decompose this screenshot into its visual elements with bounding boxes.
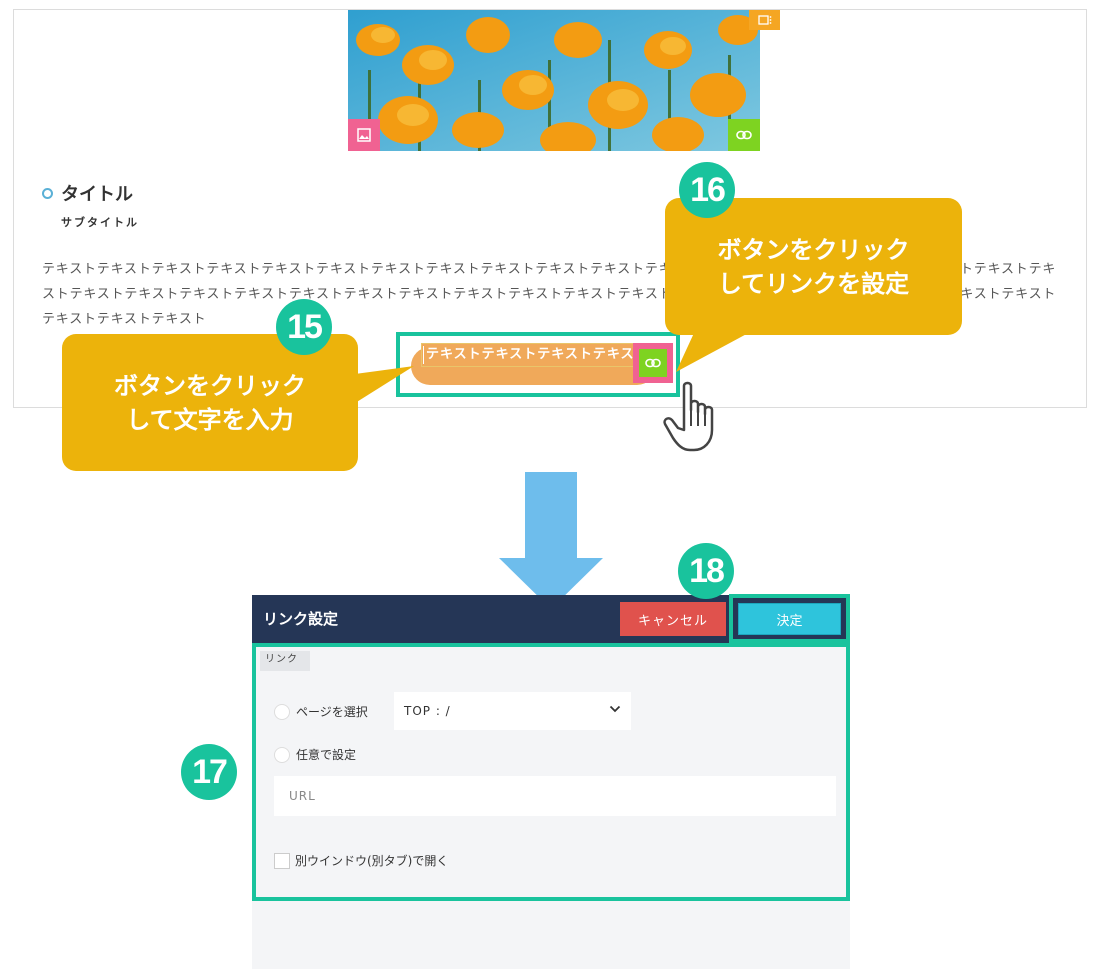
step-badge-16: 16 bbox=[679, 162, 735, 218]
ok-highlight-frame: 決定 bbox=[729, 594, 850, 643]
subtitle-text[interactable]: サブタイトル bbox=[61, 214, 139, 230]
change-image-button[interactable] bbox=[348, 119, 380, 151]
dialog-title: リンク設定 bbox=[263, 610, 339, 628]
new-window-option[interactable]: 別ウインドウ(別タブ)で開く bbox=[274, 852, 448, 869]
checkbox-label: 別ウインドウ(別タブ)で開く bbox=[295, 854, 449, 868]
callout-line: してリンクを設定 bbox=[717, 269, 910, 298]
section-title: タイトル bbox=[42, 180, 133, 206]
callout-line: ボタンをクリック bbox=[717, 235, 910, 264]
callout-line: して文字を入力 bbox=[126, 405, 294, 434]
link-icon bbox=[645, 358, 661, 368]
radio-label: 任意で設定 bbox=[296, 748, 357, 762]
link-icon bbox=[736, 130, 752, 140]
button-highlight-frame: テキストテキストテキストテキスト bbox=[396, 332, 680, 397]
callout-line: ボタンをクリック bbox=[114, 371, 306, 400]
down-arrow-icon bbox=[499, 472, 603, 609]
step-badge-17: 17 bbox=[181, 744, 237, 800]
flower-photo bbox=[348, 10, 760, 151]
callout-set-link: ボタンをクリック してリンクを設定 bbox=[665, 198, 962, 335]
new-window-checkbox[interactable] bbox=[274, 852, 290, 869]
hero-image[interactable] bbox=[348, 10, 760, 151]
tab-link[interactable]: リンク bbox=[260, 651, 310, 671]
circle-bullet-icon bbox=[42, 187, 53, 199]
title-text[interactable]: タイトル bbox=[61, 180, 133, 206]
step-badge-15: 15 bbox=[276, 299, 332, 355]
radio-label: ページを選択 bbox=[296, 705, 368, 719]
ok-button[interactable]: 決定 bbox=[738, 603, 841, 635]
radio-custom-url[interactable]: 任意で設定 bbox=[274, 746, 356, 763]
image-link-button[interactable] bbox=[728, 119, 760, 151]
image-icon bbox=[757, 15, 771, 25]
page-select[interactable]: TOP : / bbox=[394, 692, 631, 730]
cta-link-button[interactable] bbox=[633, 343, 673, 383]
chevron-down-icon bbox=[609, 705, 621, 713]
url-input[interactable] bbox=[274, 776, 836, 816]
image-settings-button[interactable] bbox=[749, 10, 780, 30]
hand-cursor-icon bbox=[663, 381, 714, 452]
cancel-button[interactable]: キャンセル bbox=[620, 602, 726, 636]
dialog-body-highlight-frame: リンク ページを選択 TOP : / 任意で設定 別ウインドウ(別タブ)で開く bbox=[252, 643, 850, 901]
image-icon bbox=[357, 128, 371, 142]
radio-button[interactable] bbox=[274, 703, 290, 720]
callout-enter-text: ボタンをクリック して文字を入力 bbox=[62, 334, 358, 471]
radio-select-page[interactable]: ページを選択 bbox=[274, 703, 368, 720]
select-value: TOP : / bbox=[404, 704, 451, 718]
link-settings-dialog: リンク設定 キャンセル 決定 リンク ページを選択 TOP : / 任意で設定 … bbox=[252, 594, 850, 969]
step-badge-18: 18 bbox=[678, 543, 734, 599]
dialog-header: リンク設定 キャンセル 決定 bbox=[252, 594, 850, 643]
radio-button[interactable] bbox=[274, 746, 290, 763]
cta-button-text-input[interactable]: テキストテキストテキストテキスト bbox=[421, 343, 636, 367]
